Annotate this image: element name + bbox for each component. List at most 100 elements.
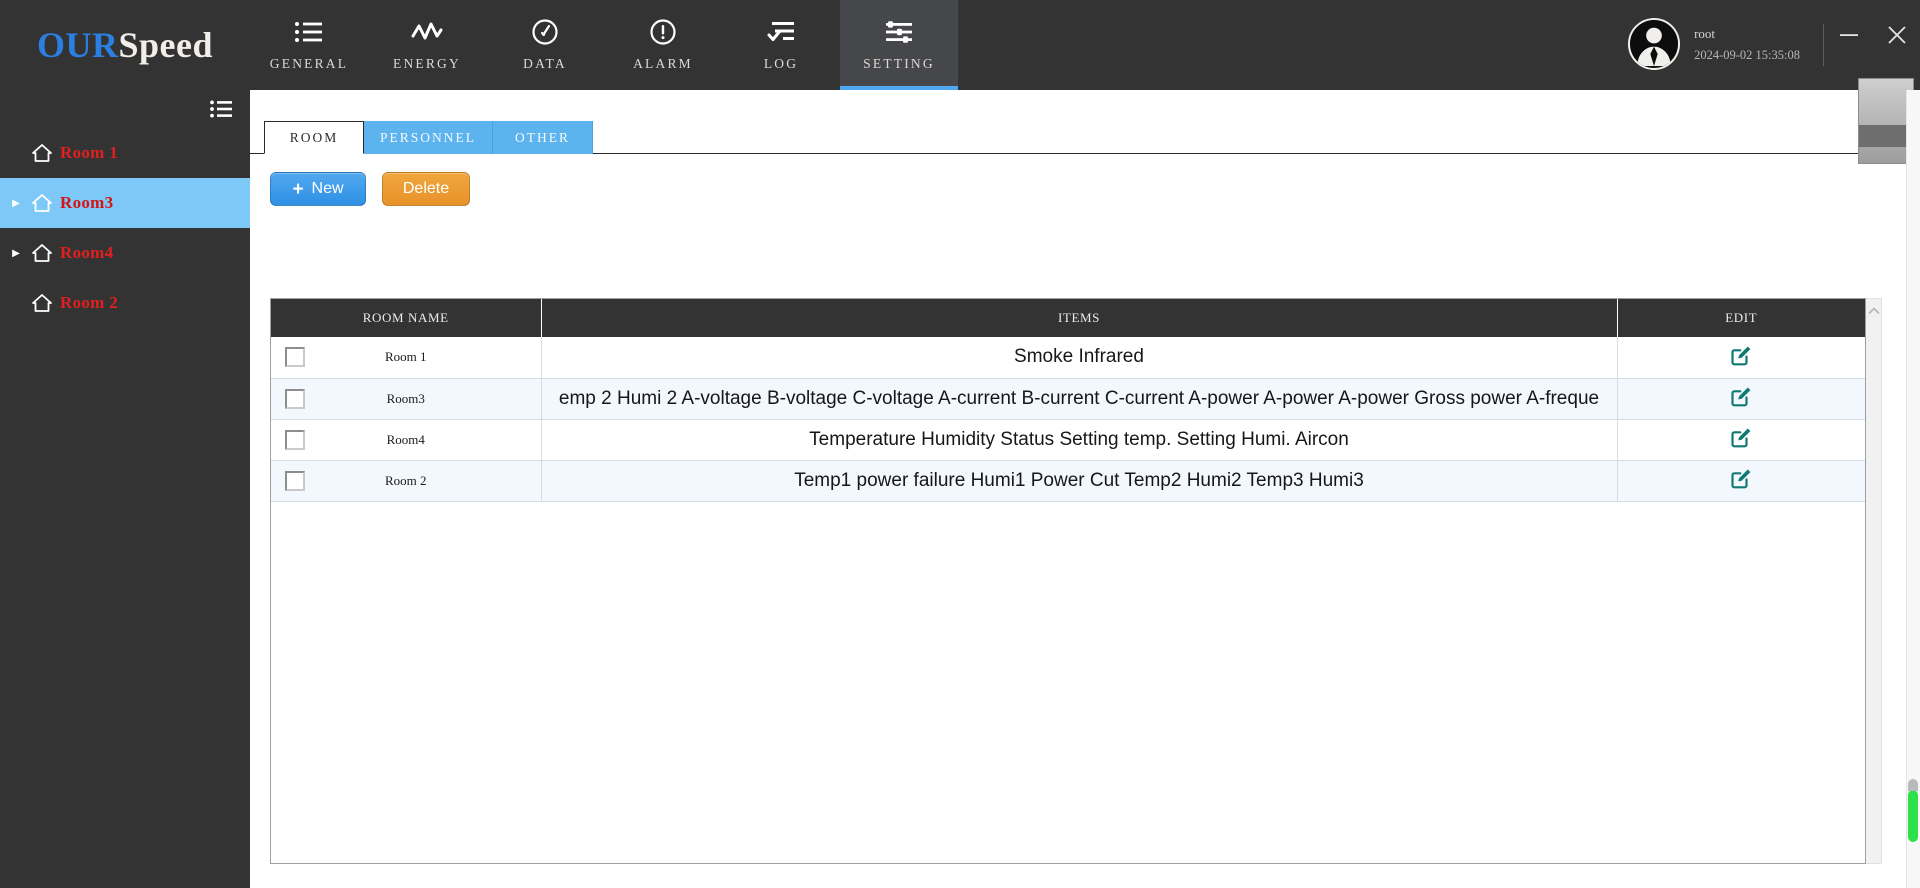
exclamation-circle-icon [649, 14, 677, 50]
log-check-icon [766, 14, 796, 50]
nav-tab-data-label: DATA [523, 56, 567, 71]
row-edit-cell [1617, 460, 1865, 501]
sidebar-item-room-1-label: Room 1 [60, 143, 118, 162]
sidebar-item-room4-label: Room4 [60, 243, 114, 262]
table-row[interactable]: Room4 Temperature Humidity Status Settin… [271, 419, 1865, 460]
home-icon [30, 293, 54, 313]
gauge-icon [531, 14, 559, 50]
close-icon[interactable] [1884, 22, 1910, 48]
row-items-cell: Temp1 power failure Humi1 Power Cut Temp… [541, 460, 1618, 501]
home-icon [30, 143, 54, 163]
tab-other[interactable]: OTHER [493, 121, 594, 154]
expand-caret-icon[interactable]: ▶ [8, 198, 24, 209]
row-edit-cell [1617, 337, 1865, 378]
tab-personnel[interactable]: PERSONNEL [364, 121, 494, 154]
top-bar: OUR Speed GENERAL ENERGY DATA ALARM LOG … [0, 0, 1920, 90]
page-scrollbar-thumb[interactable] [1908, 779, 1918, 842]
user-info[interactable]: root 2024-09-02 15:35:08 [1628, 18, 1800, 70]
user-name: root [1694, 25, 1716, 41]
table-row[interactable]: Room 1 Smoke Infrared [271, 337, 1865, 378]
nav-tab-general-label: GENERAL [269, 56, 349, 71]
row-name-cell: Room3 [271, 378, 542, 419]
sidebar-item-room3[interactable]: ▶ Room3 [0, 178, 250, 228]
sidebar-toggle-icon[interactable] [0, 90, 250, 128]
edit-square-icon[interactable] [1730, 467, 1752, 489]
row-items-cell: emp 2 Humi 2 A-voltage B-voltage C-volta… [541, 378, 1618, 419]
row-items-cell: Temperature Humidity Status Setting temp… [541, 419, 1618, 460]
logo-part-speed: Speed [118, 25, 214, 65]
avatar [1628, 18, 1681, 70]
tab-other-label: OTHER [515, 129, 571, 145]
app-root: OUR Speed GENERAL ENERGY DATA ALARM LOG … [0, 0, 1920, 888]
new-button-label: New [311, 180, 344, 197]
edit-square-icon[interactable] [1730, 385, 1752, 407]
row-edit-cell [1617, 378, 1865, 419]
minimize-icon[interactable] [1836, 22, 1862, 48]
table-header-row: ROOM NAME ITEMS EDIT [271, 299, 1865, 337]
nav-tab-energy-label: ENERGY [393, 56, 461, 71]
home-icon [30, 243, 54, 263]
nav-tab-energy[interactable]: ENERGY [368, 0, 486, 90]
nav-tab-setting-label: SETTING [863, 56, 935, 71]
plus-icon: + [292, 178, 304, 200]
list-icon [294, 14, 324, 50]
delete-button[interactable]: Delete [382, 172, 470, 206]
row-items-text: emp 2 Humi 2 A-voltage B-voltage C-volta… [558, 387, 1600, 409]
activity-wave-icon [411, 14, 443, 50]
row-items-cell: Smoke Infrared [541, 337, 1618, 378]
row-checkbox[interactable] [285, 429, 305, 450]
row-room-name: Room4 [386, 431, 425, 447]
sidebar: ▶ Room 1 ▶ Room3 ▶ [0, 90, 250, 888]
sidebar-item-room-2[interactable]: ▶ Room 2 [0, 278, 250, 328]
column-header-room-name: ROOM NAME [271, 299, 542, 337]
tab-room[interactable]: ROOM [264, 121, 364, 154]
edit-square-icon[interactable] [1730, 426, 1752, 448]
nav-tab-log[interactable]: LOG [722, 0, 840, 90]
sidebar-item-room3-label: Room3 [60, 193, 114, 212]
row-room-name: Room 1 [384, 349, 427, 365]
row-items-text: Temperature Humidity Status Setting temp… [809, 428, 1349, 450]
logo-part-our: OUR [36, 25, 119, 65]
sidebar-item-room4[interactable]: ▶ Room4 [0, 228, 250, 278]
table-row[interactable]: Room3 emp 2 Humi 2 A-voltage B-voltage C… [271, 378, 1865, 419]
sidebar-item-room-1[interactable]: ▶ Room 1 [0, 128, 250, 178]
chevron-up-icon[interactable] [1868, 303, 1880, 321]
window-controls [1836, 22, 1910, 48]
nav-tab-alarm[interactable]: ALARM [604, 0, 722, 90]
nav-tab-general[interactable]: GENERAL [250, 0, 368, 90]
row-checkbox[interactable] [285, 347, 305, 368]
column-header-items: ITEMS [541, 299, 1618, 337]
edit-square-icon[interactable] [1730, 344, 1752, 366]
table-row[interactable]: Room 2 Temp1 power failure Humi1 Power C… [271, 460, 1865, 501]
row-items-text: Temp1 power failure Humi1 Power Cut Temp… [794, 469, 1364, 491]
content-panel: ROOM PERSONNEL OTHER + New Delete ROOM N… [250, 90, 1902, 888]
row-name-cell: Room 1 [271, 337, 542, 378]
row-edit-cell [1617, 419, 1865, 460]
table-vertical-scrollbar[interactable] [1866, 298, 1882, 864]
nav-tab-log-label: LOG [763, 56, 799, 71]
delete-button-label: Delete [402, 180, 450, 197]
tab-personnel-label: PERSONNEL [380, 129, 477, 145]
page-vertical-scrollbar[interactable] [1906, 90, 1920, 888]
main-nav: GENERAL ENERGY DATA ALARM LOG SETTING [250, 0, 958, 90]
column-header-edit: EDIT [1617, 299, 1865, 337]
expand-caret-icon[interactable]: ▶ [8, 248, 24, 259]
row-checkbox[interactable] [285, 388, 305, 409]
home-icon [30, 193, 54, 213]
rooms-table: ROOM NAME ITEMS EDIT Room 1 Smoke Infrar… [270, 298, 1866, 864]
rooms-table-wrap: ROOM NAME ITEMS EDIT Room 1 Smoke Infrar… [270, 298, 1882, 864]
sub-tabs: ROOM PERSONNEL OTHER [250, 112, 1902, 154]
row-room-name: Room 2 [384, 472, 427, 488]
user-datetime: 2024-09-02 15:35:08 [1694, 47, 1800, 62]
app-logo: OUR Speed [0, 0, 250, 90]
nav-tab-alarm-label: ALARM [633, 56, 693, 71]
tab-room-label: ROOM [289, 129, 339, 145]
new-button[interactable]: + New [270, 172, 366, 206]
row-checkbox[interactable] [285, 470, 305, 491]
sliders-icon [884, 14, 914, 50]
row-name-cell: Room4 [271, 419, 542, 460]
nav-tab-setting[interactable]: SETTING [840, 0, 958, 90]
nav-tab-data[interactable]: DATA [486, 0, 604, 90]
row-room-name: Room3 [386, 390, 425, 406]
row-items-text: Smoke Infrared [1014, 346, 1144, 368]
